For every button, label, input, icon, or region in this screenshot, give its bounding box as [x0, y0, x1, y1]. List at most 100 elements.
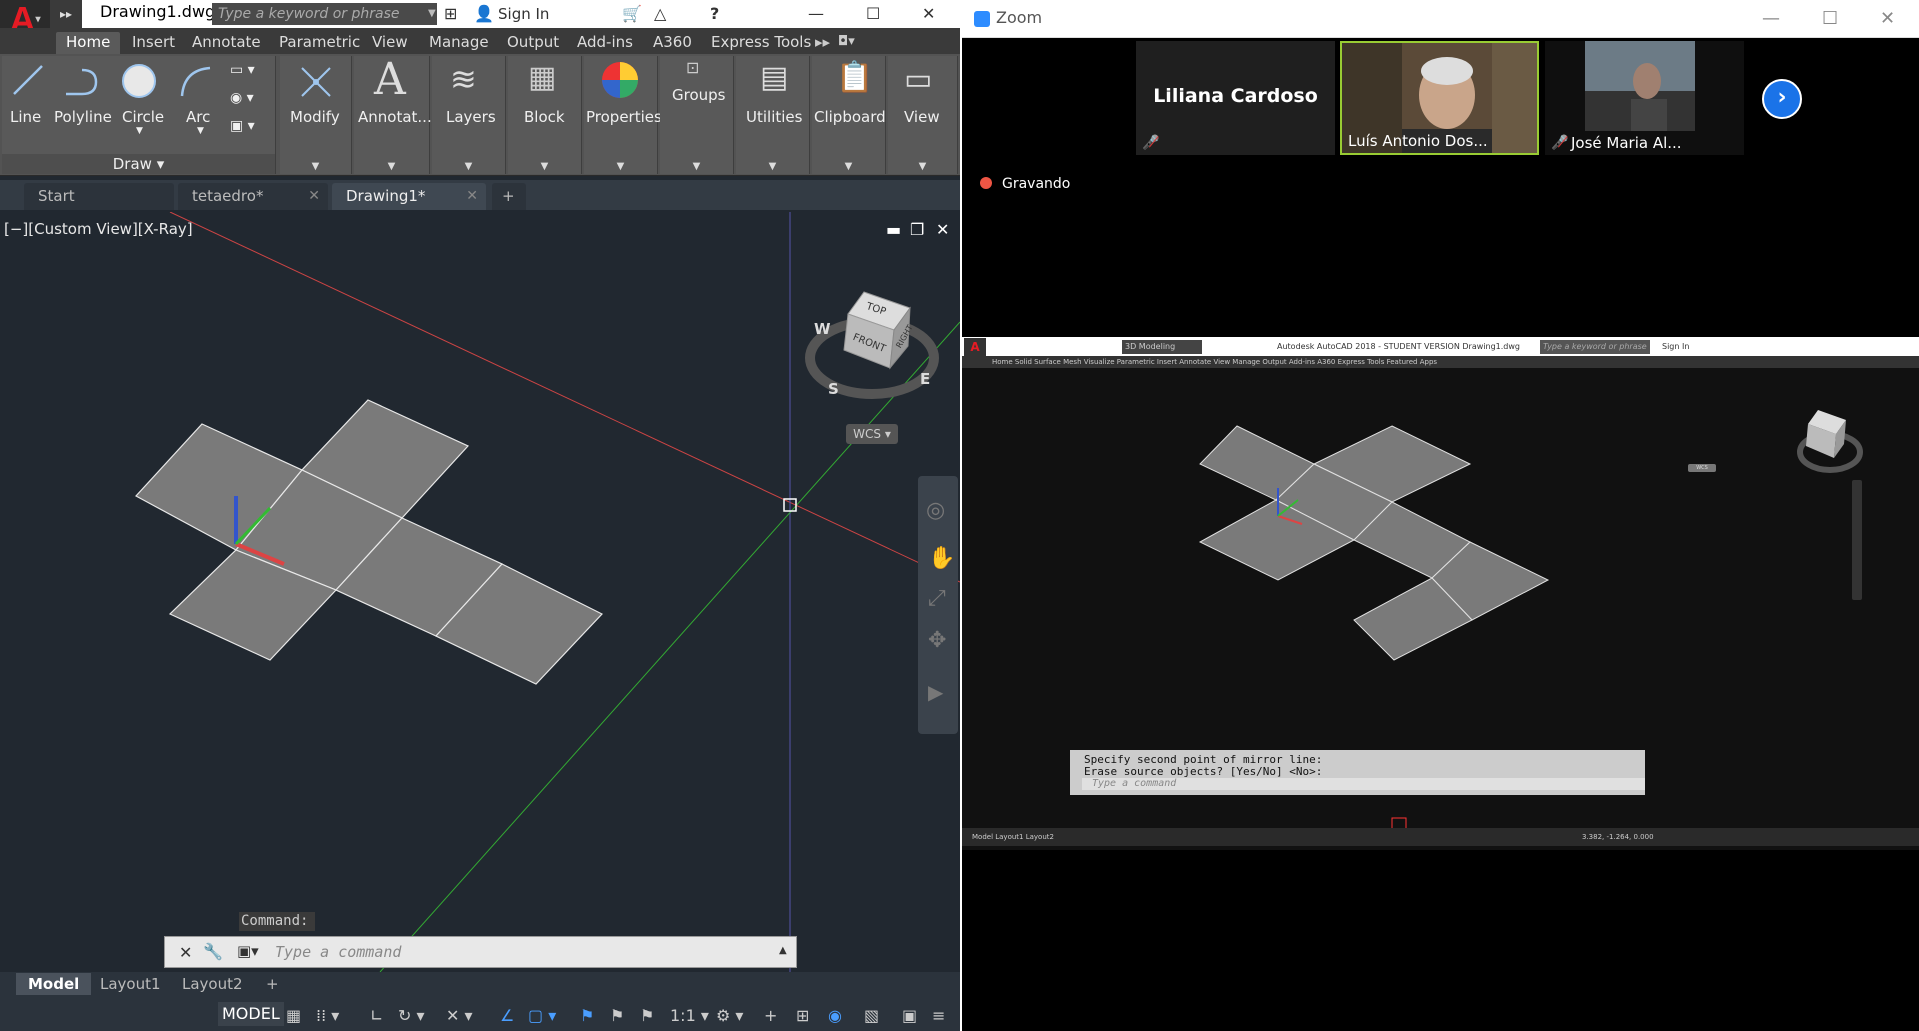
- layers-button[interactable]: Layers: [446, 108, 496, 126]
- viewcube[interactable]: TOP FRONT RIGHT W S E: [804, 288, 940, 408]
- groups-button[interactable]: Groups: [672, 86, 725, 104]
- annotation-monitor-icon[interactable]: +: [764, 1006, 777, 1025]
- viewport-close-icon[interactable]: ✕: [936, 220, 949, 239]
- viewport-label[interactable]: [−][Custom View][X-Ray]: [4, 220, 193, 238]
- file-tab-start[interactable]: Start: [24, 183, 174, 210]
- close-command-icon[interactable]: ✕: [179, 943, 192, 962]
- close-tab-icon[interactable]: ✕: [466, 183, 478, 209]
- properties-dropdown-icon[interactable]: ▼: [584, 161, 657, 172]
- file-tab-tetaedro[interactable]: tetaedro* ✕: [178, 183, 328, 210]
- maximize-icon[interactable]: ☐: [866, 0, 880, 28]
- block-panel[interactable]: ▦ Block ▼: [508, 56, 582, 174]
- draw-panel-footer[interactable]: Draw ▾: [2, 154, 275, 174]
- workspace-gear-icon[interactable]: ⚙ ▾: [716, 1006, 743, 1025]
- layout-tab-layout1[interactable]: Layout1: [88, 973, 173, 995]
- steering-wheel-icon[interactable]: ◎: [926, 498, 945, 523]
- new-tab-button[interactable]: +: [492, 183, 526, 210]
- participant-tile[interactable]: 🎤̸ José Maria Al...: [1545, 41, 1744, 155]
- a360-icon[interactable]: △: [654, 0, 666, 28]
- layers-panel[interactable]: ≋ Layers ▼: [432, 56, 506, 174]
- modify-panel[interactable]: Modify ▼: [280, 56, 352, 174]
- quick-access-expand-button[interactable]: ▸▸: [50, 0, 82, 28]
- ortho-icon[interactable]: ∟: [370, 1006, 383, 1025]
- help-icon[interactable]: ?: [710, 0, 719, 28]
- isolate-objects-icon[interactable]: ◉: [828, 1006, 842, 1025]
- view-dropdown-icon[interactable]: ▼: [888, 161, 957, 172]
- polar-icon[interactable]: ↻ ▾: [398, 1006, 425, 1025]
- utilities-dropdown-icon[interactable]: ▼: [736, 161, 809, 172]
- groups-dropdown-icon[interactable]: ▼: [660, 161, 733, 172]
- scale-button[interactable]: 1:1 ▾: [670, 1006, 709, 1025]
- pan-icon[interactable]: ✋: [928, 546, 955, 571]
- more-tabs-icon[interactable]: ▸▸: [815, 32, 830, 54]
- command-history-toggle-icon[interactable]: ▲: [779, 945, 787, 956]
- modify-dropdown-icon[interactable]: ▼: [280, 161, 351, 172]
- arc-button[interactable]: Arc: [186, 108, 210, 126]
- command-line[interactable]: ✕ 🔧 ▣▾ Type a command ▲: [164, 936, 797, 968]
- participant-tile[interactable]: Liliana Cardoso 🎤̸: [1136, 41, 1335, 155]
- modify-button[interactable]: Modify: [290, 108, 340, 126]
- object-snap-tracking-icon[interactable]: ∠: [500, 1006, 514, 1025]
- search-input[interactable]: Type a keyword or phrase: [212, 3, 437, 25]
- tab-parametric[interactable]: Parametric: [279, 32, 360, 54]
- annotation-button[interactable]: Annotat...: [358, 108, 432, 126]
- zoom-extents-icon[interactable]: ⤢: [928, 586, 946, 611]
- zoom-maximize-icon[interactable]: ☐: [1822, 8, 1838, 29]
- block-dropdown-icon[interactable]: ▼: [508, 161, 581, 172]
- utilities-button[interactable]: Utilities: [746, 108, 802, 126]
- close-icon[interactable]: ✕: [922, 0, 935, 28]
- recording-indicator[interactable]: Gravando: [980, 176, 1070, 192]
- sign-in-button[interactable]: Sign In: [498, 0, 549, 28]
- viewport-minimize-icon[interactable]: ▬: [886, 220, 901, 239]
- layout-tab-model[interactable]: Model: [16, 973, 92, 995]
- tab-manage[interactable]: Manage: [429, 32, 489, 54]
- binoculars-icon[interactable]: ⊞: [444, 0, 457, 28]
- command-prompt-icon[interactable]: ▣▾: [237, 942, 259, 960]
- cube-net-drawing[interactable]: [135, 399, 603, 685]
- clipboard-dropdown-icon[interactable]: ▼: [812, 161, 885, 172]
- clipboard-button[interactable]: Clipboard: [814, 108, 886, 126]
- layout-tab-layout2[interactable]: Layout2: [170, 973, 255, 995]
- next-participants-button[interactable]: ›: [1762, 79, 1802, 119]
- wcs-menu-button[interactable]: WCS ▾: [846, 424, 898, 444]
- tab-home[interactable]: Home: [56, 32, 121, 54]
- participant-tile-active-speaker[interactable]: Luís Antonio Dos...: [1340, 41, 1539, 155]
- annotation-dropdown-icon[interactable]: ▼: [354, 161, 429, 172]
- clipboard-panel[interactable]: 📋 Clipboard ▼: [812, 56, 886, 174]
- viewport-restore-icon[interactable]: ❐: [910, 220, 924, 239]
- hardware-acceleration-icon[interactable]: ▧: [864, 1006, 879, 1025]
- groups-panel[interactable]: ⊡ Groups ▼: [660, 56, 734, 174]
- file-tab-drawing1[interactable]: Drawing1* ✕: [332, 183, 486, 210]
- tab-output[interactable]: Output: [507, 32, 559, 54]
- tab-insert[interactable]: Insert: [132, 32, 175, 54]
- tab-add-ins[interactable]: Add-ins: [577, 32, 633, 54]
- orbit-icon[interactable]: ✥: [928, 628, 946, 653]
- clean-screen-icon[interactable]: ▣: [902, 1006, 917, 1025]
- tab-a360[interactable]: A360: [653, 32, 692, 54]
- isodraft-icon[interactable]: ✕ ▾: [446, 1006, 473, 1025]
- close-tab-icon[interactable]: ✕: [308, 183, 320, 209]
- showmotion-icon[interactable]: ▶: [928, 680, 943, 704]
- hatch-icon[interactable]: ◉ ▾: [230, 90, 254, 106]
- auto-scale-icon[interactable]: ⚑: [610, 1006, 624, 1025]
- tab-annotate[interactable]: Annotate: [192, 32, 261, 54]
- ribbon-options-icon[interactable]: ◘▾: [838, 32, 855, 54]
- search-dropdown-icon[interactable]: ▼: [428, 0, 436, 28]
- grid-icon[interactable]: ▦: [286, 1006, 301, 1025]
- properties-button[interactable]: Properties: [586, 108, 662, 126]
- shared-screen[interactable]: A 3D Modeling Autodesk AutoCAD 2018 - ST…: [962, 337, 1919, 850]
- line-button[interactable]: Line: [10, 108, 41, 126]
- cart-icon[interactable]: 🛒: [622, 0, 642, 28]
- minimize-icon[interactable]: —: [808, 0, 824, 28]
- new-layout-button[interactable]: +: [254, 973, 291, 995]
- view-button[interactable]: View: [904, 108, 940, 126]
- region-icon[interactable]: ▣ ▾: [230, 118, 255, 134]
- properties-panel[interactable]: Properties ▼: [584, 56, 662, 174]
- utilities-panel[interactable]: ▤ Utilities ▼: [736, 56, 810, 174]
- polyline-button[interactable]: Polyline: [54, 108, 112, 126]
- units-icon[interactable]: ⊞: [796, 1006, 809, 1025]
- command-input[interactable]: Type a command: [275, 940, 401, 964]
- circle-button[interactable]: Circle: [122, 108, 164, 126]
- circle-dropdown-icon[interactable]: ▼: [136, 126, 143, 136]
- annotation-visibility-icon[interactable]: ⚑: [580, 1006, 594, 1025]
